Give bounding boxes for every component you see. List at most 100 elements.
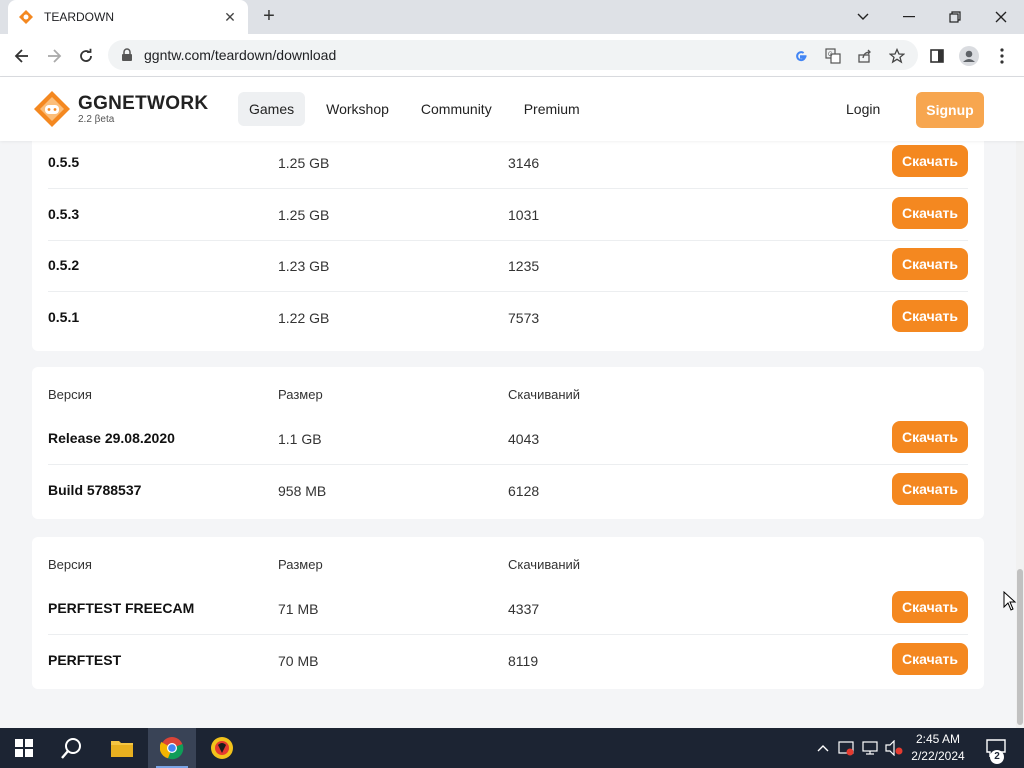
size-cell: 71 MB [278,601,319,617]
share-icon[interactable] [856,47,874,65]
file-explorer-icon[interactable] [98,728,146,768]
download-button[interactable]: Скачать [892,591,968,623]
tab-search-icon[interactable] [840,0,886,34]
downloads-content: 0.5.5 1.25 GB 3146 Скачать 0.5.3 1.25 GB… [0,141,1016,728]
nav-community[interactable]: Community [410,92,503,126]
size-cell: 1.25 GB [278,155,330,171]
logo-name: GGNETWORK [78,92,209,114]
downloads-cell: 1031 [508,207,540,223]
tray-chevron-icon[interactable] [814,728,832,768]
nav-games[interactable]: Games [238,92,306,126]
forward-icon[interactable] [40,42,68,70]
new-tab-icon[interactable]: + [258,6,280,28]
windows-taskbar: 2:45 AM 2/22/2024 2 [0,728,1024,768]
version-cell: PERFTEST FREECAM [48,600,195,616]
taskbar-clock[interactable]: 2:45 AM 2/22/2024 [906,731,970,765]
clock-date: 2/22/2024 [911,749,965,763]
download-button[interactable]: Скачать [892,145,968,177]
column-header-size: Размер [278,387,323,402]
app-taskbar-icon[interactable] [198,728,246,768]
reload-icon[interactable] [72,42,100,70]
column-header-version: Версия [48,557,92,572]
ggnetwork-favicon-icon [19,10,33,24]
google-icon[interactable] [792,47,810,65]
browser-tabstrip: TEARDOWN ✕ + [0,0,1024,34]
version-cell: 0.5.5 [48,154,80,170]
downloads-cell: 3146 [508,155,540,171]
downloads-cell: 7573 [508,310,540,326]
version-cell: 0.5.2 [48,257,80,273]
size-cell: 1.23 GB [278,258,330,274]
main-nav: Games Workshop Community Premium [238,92,601,126]
site-logo[interactable]: GGNETWORK 2.2 βeta [32,89,208,129]
column-header-downloads: Скачиваний [508,557,581,572]
table-row: PERFTEST FREECAM 71 MB 4337 Скачать [32,583,984,635]
scrollbar-thumb[interactable] [1017,569,1023,725]
size-cell: 70 MB [278,653,319,669]
mouse-cursor-icon [1003,591,1017,611]
downloads-table-1: 0.5.5 1.25 GB 3146 Скачать 0.5.3 1.25 GB… [32,141,984,351]
translate-icon[interactable]: G [824,47,842,65]
nav-workshop[interactable]: Workshop [315,92,400,126]
downloads-cell: 6128 [508,483,540,499]
search-icon[interactable] [48,728,96,768]
logo-version: 2.2 βeta [78,113,115,125]
table-row: PERFTEST 70 MB 8119 Скачать [32,635,984,687]
table-row: 0.5.3 1.25 GB 1031 Скачать [32,189,984,241]
download-button[interactable]: Скачать [892,643,968,675]
signup-button[interactable]: Signup [916,92,984,128]
side-panel-icon[interactable] [925,44,949,68]
downloads-cell: 4043 [508,431,540,447]
table-row: Build 5788537 958 MB 6128 Скачать [32,465,984,517]
download-button[interactable]: Скачать [892,248,968,280]
size-cell: 1.25 GB [278,207,330,223]
version-cell: 0.5.1 [48,309,80,325]
version-cell: 0.5.3 [48,206,80,222]
tab-title: TEARDOWN [44,10,114,24]
downloads-cell: 4337 [508,601,540,617]
version-cell: Build 5788537 [48,482,142,498]
downloads-table-2: Версия Размер Скачиваний Release 29.08.2… [32,367,984,519]
back-icon[interactable] [8,42,36,70]
site-header: GGNETWORK 2.2 βeta Games Workshop Commun… [0,77,1024,141]
column-header-size: Размер [278,557,323,572]
downloads-cell: 1235 [508,258,540,274]
bookmark-star-icon[interactable] [888,47,906,65]
version-cell: PERFTEST [48,652,122,668]
table-row: 0.5.2 1.23 GB 1235 Скачать [32,240,984,292]
minimize-icon[interactable] [886,0,932,34]
tray-security-icon[interactable] [836,728,856,768]
notification-count-badge: 2 [990,750,1004,764]
restore-icon[interactable] [932,0,978,34]
profile-avatar-icon[interactable] [957,44,981,68]
table-row: 0.5.1 1.22 GB 7573 Скачать [32,292,984,344]
download-button[interactable]: Скачать [892,300,968,332]
column-header-downloads: Скачиваний [508,387,581,402]
login-link[interactable]: Login [846,101,880,117]
more-menu-icon[interactable] [990,44,1014,68]
browser-tab[interactable]: TEARDOWN ✕ [8,0,248,34]
version-cell: Release 29.08.2020 [48,430,175,446]
download-button[interactable]: Скачать [892,473,968,505]
downloads-table-3: Версия Размер Скачиваний PERFTEST FREECA… [32,537,984,689]
clock-time: 2:45 AM [915,732,961,746]
windows-start-icon[interactable] [0,728,48,768]
close-window-icon[interactable] [978,0,1024,34]
ggnetwork-logo-icon [34,91,70,127]
network-icon[interactable] [860,728,880,768]
download-button[interactable]: Скачать [892,421,968,453]
column-header-version: Версия [48,387,92,402]
volume-muted-icon[interactable] [884,728,904,768]
table-row: 0.5.5 1.25 GB 3146 Скачать [32,141,984,189]
address-bar[interactable]: ggntw.com/teardown/download G [108,40,918,70]
size-cell: 1.22 GB [278,310,330,326]
nav-premium[interactable]: Premium [513,92,591,126]
tab-close-icon[interactable]: ✕ [222,9,238,25]
size-cell: 958 MB [278,483,327,499]
downloads-cell: 8119 [508,653,539,669]
download-button[interactable]: Скачать [892,197,968,229]
svg-text:G: G [828,52,833,58]
chrome-taskbar-icon[interactable] [148,728,196,768]
lock-icon [122,48,132,61]
page-scrollbar[interactable] [1016,141,1024,728]
